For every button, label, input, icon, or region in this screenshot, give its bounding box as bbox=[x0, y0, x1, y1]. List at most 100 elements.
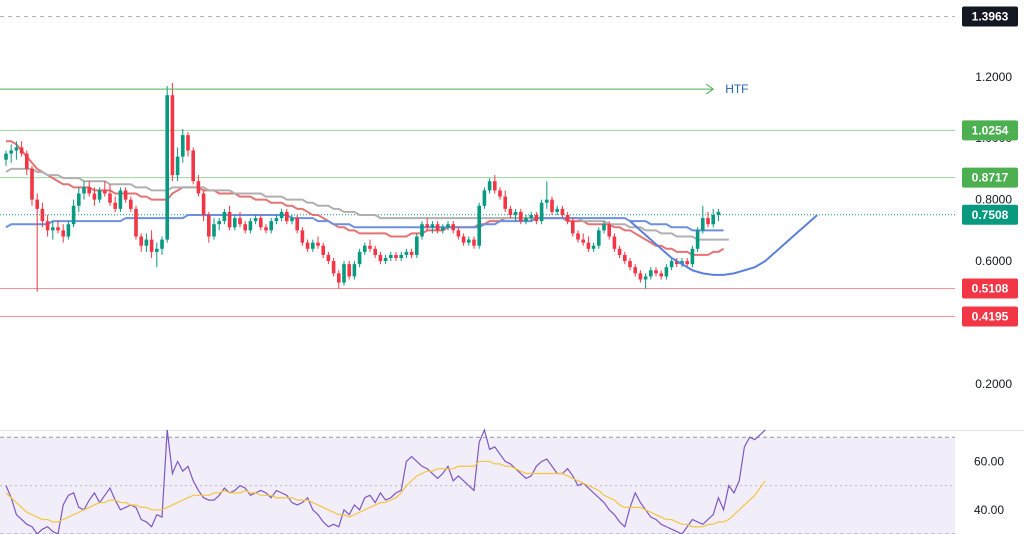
candle-body bbox=[467, 239, 471, 243]
candle-body bbox=[560, 208, 565, 215]
candle-body bbox=[108, 193, 112, 203]
candle-body bbox=[352, 264, 357, 277]
candle-body bbox=[217, 221, 221, 225]
candle-body bbox=[87, 187, 91, 194]
candle-body bbox=[274, 218, 279, 222]
candle-body bbox=[357, 251, 362, 265]
candle-body bbox=[170, 95, 175, 176]
candle-body bbox=[633, 267, 637, 274]
candle-body bbox=[25, 153, 29, 169]
candle-body bbox=[316, 242, 320, 246]
candle-body bbox=[654, 270, 658, 274]
candle-body bbox=[534, 215, 539, 222]
candle-body bbox=[233, 218, 237, 228]
candle-body bbox=[565, 215, 570, 222]
price-tag-label: 0.8717 bbox=[972, 171, 1009, 185]
candle-body bbox=[191, 150, 195, 182]
candle-body bbox=[430, 224, 435, 228]
candle-body bbox=[129, 199, 133, 209]
candle-body bbox=[326, 254, 331, 262]
candle-body bbox=[378, 254, 383, 262]
candle-body bbox=[56, 227, 60, 231]
candle-body bbox=[706, 218, 710, 225]
candle-body bbox=[222, 211, 227, 222]
candle-body bbox=[607, 224, 611, 237]
candle-body bbox=[35, 199, 39, 209]
candle-body bbox=[690, 248, 695, 265]
candle-body bbox=[550, 199, 554, 212]
candle-body bbox=[196, 181, 201, 194]
candle-body bbox=[498, 190, 502, 197]
candle-body bbox=[513, 211, 518, 215]
candle-body bbox=[591, 245, 596, 249]
candle-body bbox=[383, 258, 388, 262]
candle-body bbox=[144, 239, 149, 246]
candle-body bbox=[482, 190, 487, 206]
candle-body bbox=[285, 211, 289, 222]
candle-body bbox=[40, 208, 45, 222]
candle-body bbox=[539, 202, 544, 222]
candle-body bbox=[716, 211, 721, 215]
candle-body bbox=[279, 211, 284, 219]
candle-body bbox=[664, 267, 669, 277]
candle-body bbox=[300, 230, 305, 243]
price-tick-label: 0.8000 bbox=[975, 193, 1012, 207]
candle-body bbox=[66, 224, 71, 237]
candle-body bbox=[4, 153, 8, 160]
candle-body bbox=[165, 95, 169, 240]
candle-body bbox=[311, 242, 315, 249]
candle-body bbox=[524, 218, 528, 222]
candle-body bbox=[51, 227, 55, 231]
candle-body bbox=[305, 242, 310, 249]
candle-body bbox=[269, 221, 273, 231]
candle-body bbox=[201, 193, 206, 215]
price-tick-label: 0.6000 bbox=[975, 254, 1012, 268]
price-chart[interactable]: HTF 1.2000 1.0000 0.8000 0.6000 0.2000 1… bbox=[0, 0, 1024, 534]
price-tag: 1.0254 bbox=[962, 120, 1018, 141]
price-tag-label: 0.5108 bbox=[972, 281, 1009, 295]
candle-body bbox=[175, 156, 180, 176]
rsi-pane[interactable] bbox=[0, 428, 955, 534]
candle-body bbox=[77, 193, 81, 206]
candle-body bbox=[617, 248, 622, 255]
candle-body bbox=[441, 227, 445, 231]
price-tag-label: 1.0254 bbox=[972, 123, 1009, 137]
candle-body bbox=[259, 218, 263, 228]
candle-body bbox=[695, 230, 700, 249]
candle-body bbox=[685, 261, 689, 265]
candle-body bbox=[248, 221, 253, 231]
candle-body bbox=[415, 236, 419, 255]
rsi-tick-label: 60.00 bbox=[974, 454, 1004, 468]
candle-body bbox=[643, 276, 648, 280]
candle-body bbox=[576, 233, 580, 240]
candle-body bbox=[92, 193, 97, 200]
candle-body bbox=[160, 239, 164, 249]
candle-body bbox=[409, 251, 414, 255]
candle-body bbox=[207, 215, 211, 237]
candle-body bbox=[389, 254, 393, 258]
candle-body bbox=[290, 218, 294, 222]
candle-body bbox=[253, 218, 258, 222]
candle-body bbox=[638, 273, 643, 280]
candle-body bbox=[155, 248, 159, 252]
candle-body bbox=[529, 215, 533, 219]
price-tag-label: 0.4195 bbox=[972, 310, 1009, 324]
candle-body bbox=[701, 218, 705, 231]
price-tag-label: 0.7508 bbox=[972, 208, 1009, 222]
candle-body bbox=[446, 224, 450, 228]
candle-body bbox=[337, 273, 341, 283]
candle-body bbox=[555, 208, 559, 212]
candle-body bbox=[347, 264, 351, 277]
candle-body bbox=[669, 261, 674, 268]
candle-body bbox=[71, 205, 76, 225]
candle-body bbox=[373, 248, 377, 255]
candle-body bbox=[238, 218, 242, 225]
candle-body bbox=[581, 239, 585, 243]
candle-body bbox=[368, 245, 372, 249]
candle-body bbox=[97, 190, 102, 200]
candle-body bbox=[61, 230, 65, 237]
candle-body bbox=[503, 196, 507, 209]
candle-body bbox=[134, 208, 138, 237]
candle-body bbox=[420, 224, 424, 237]
candle-body bbox=[14, 147, 19, 151]
